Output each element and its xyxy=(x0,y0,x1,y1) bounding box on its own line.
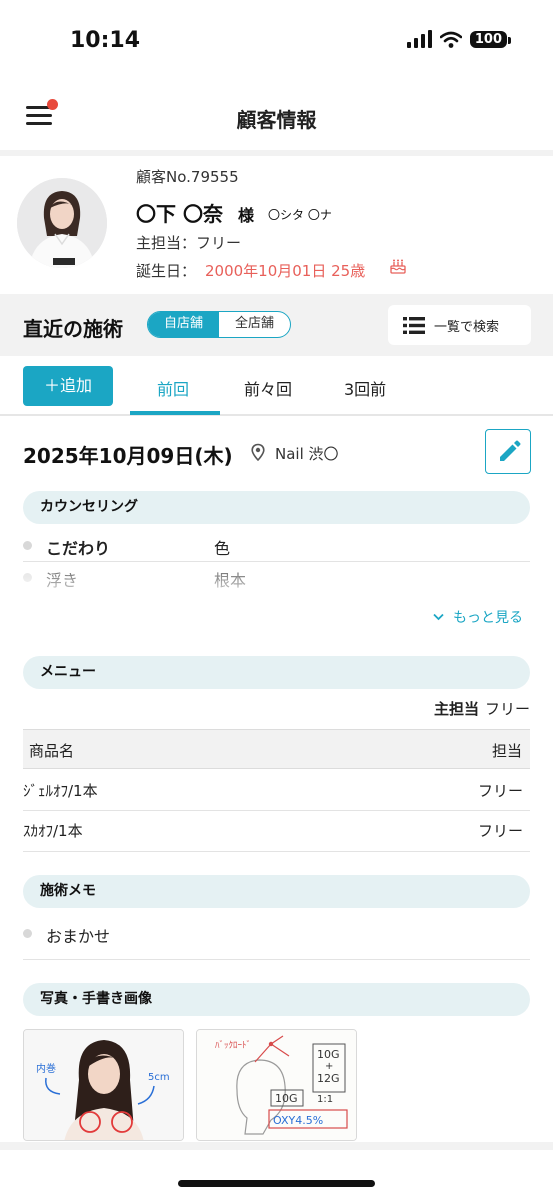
list-search-label: 一覧で検索 xyxy=(434,319,500,335)
bullet-dot xyxy=(23,541,32,550)
column-product: 商品名 xyxy=(29,742,75,760)
tab-three-before[interactable]: 3回前 xyxy=(344,376,386,400)
hairstyle-photo[interactable]: 内巻 5cm xyxy=(23,1029,184,1141)
page-title: 顧客情報 xyxy=(236,108,317,132)
menu-staff-value: フリー xyxy=(484,700,530,718)
visit-store: Nail 渋〇 xyxy=(275,445,339,463)
divider xyxy=(23,959,530,960)
customer-honorific: 様 xyxy=(238,206,255,225)
status-icons: 100 xyxy=(406,30,512,48)
customer-name: 〇下 〇奈 xyxy=(136,202,223,226)
battery-indicator: 100 xyxy=(469,30,512,48)
visit-date: 2025年10月09日(木) xyxy=(23,444,233,468)
image-note: 1:1 xyxy=(317,1094,333,1105)
customer-kana: 〇シタ 〇ナ xyxy=(268,208,332,222)
tab-two-before[interactable]: 前々回 xyxy=(244,376,292,400)
image-note: OXY4.5% xyxy=(273,1114,323,1127)
photo-note: 内巻 xyxy=(36,1062,56,1075)
list-search-button[interactable]: 一覧で検索 xyxy=(388,305,531,345)
menu-main-staff: 主担当 フリー xyxy=(434,698,530,719)
menu-item-staff: フリー xyxy=(477,782,523,800)
menu-item-staff: フリー xyxy=(477,822,523,840)
show-more-label: もっと見る xyxy=(453,610,523,626)
image-note: 10G xyxy=(317,1048,340,1061)
column-staff: 担当 xyxy=(491,742,522,760)
toggle-own-store[interactable]: 自店舗 xyxy=(148,312,219,337)
cake-icon xyxy=(390,259,406,274)
visit-tabs: ＋追加 前回 前々回 3回前 xyxy=(0,356,553,416)
fade-overlay xyxy=(0,562,553,596)
customer-card: 顧客No.79555 〇下 〇奈 様 〇シタ 〇ナ 主担当：フリー 誕生日： 2… xyxy=(0,156,553,294)
image-note: + xyxy=(325,1061,333,1072)
image-gallery: 内巻 5cm ﾊﾞｯｸﾛｰﾄﾞ 10G + 12G 1:1 10G OXY4.5… xyxy=(23,1029,357,1141)
customer-staff: 主担当：フリー xyxy=(136,234,242,252)
pencil-icon xyxy=(500,440,521,461)
counseling-value: 色 xyxy=(214,539,231,558)
tab-active-indicator xyxy=(130,411,220,415)
add-button[interactable]: ＋追加 xyxy=(23,366,113,406)
birthday-value: 2000年10月01日 25歳 xyxy=(205,262,366,280)
menu-item-name: ｼﾞｪﾙｵﾌ/1本 xyxy=(23,782,98,800)
home-indicator[interactable] xyxy=(178,1180,375,1187)
photo-note: 5cm xyxy=(148,1072,170,1083)
avatar[interactable] xyxy=(17,178,107,268)
menu-section-header: メニュー xyxy=(23,656,530,689)
edit-button[interactable] xyxy=(485,429,531,474)
divider xyxy=(23,810,530,811)
app-header: 顧客情報 xyxy=(0,80,553,152)
image-note: 10G xyxy=(275,1092,298,1105)
bottom-band xyxy=(0,1142,553,1150)
counseling-section-header: カウンセリング xyxy=(23,491,530,524)
image-note: ﾊﾞｯｸﾛｰﾄﾞ xyxy=(215,1040,251,1051)
status-bar: 10:14 100 xyxy=(0,0,553,80)
list-icon xyxy=(403,316,425,334)
recent-treatments-bar: 直近の施術 自店舗 全店舗 一覧で検索 xyxy=(0,294,553,356)
menu-item-name: ｽｶｵﾌ/1本 xyxy=(23,822,83,840)
memo-text: おまかせ xyxy=(46,927,111,946)
images-section-header: 写真・手書き画像 xyxy=(23,983,530,1016)
menu-table-header: 商品名 担当 xyxy=(23,729,530,769)
location-pin-icon xyxy=(251,443,265,461)
wifi-icon xyxy=(439,31,462,48)
customer-number: 顧客No.79555 xyxy=(136,168,239,186)
counseling-label: こだわり xyxy=(46,539,111,558)
show-more-link[interactable]: もっと見る xyxy=(433,607,523,627)
birthday-label: 誕生日： xyxy=(136,262,197,280)
status-time: 10:14 xyxy=(70,28,141,53)
bullet-dot xyxy=(23,929,32,938)
tab-previous[interactable]: 前回 xyxy=(157,376,189,400)
cellular-signal-icon xyxy=(406,30,432,48)
handwritten-formula-image[interactable]: ﾊﾞｯｸﾛｰﾄﾞ 10G + 12G 1:1 10G OXY4.5% xyxy=(196,1029,357,1141)
memo-section-header: 施術メモ xyxy=(23,875,530,908)
image-note: 12G xyxy=(317,1072,340,1085)
menu-staff-label: 主担当 xyxy=(433,700,479,718)
chevron-down-icon xyxy=(433,613,444,621)
divider xyxy=(23,851,530,852)
store-toggle[interactable]: 自店舗 全店舗 xyxy=(147,311,291,338)
recent-treatments-title: 直近の施術 xyxy=(23,317,123,341)
toggle-all-stores[interactable]: 全店舗 xyxy=(219,312,290,337)
